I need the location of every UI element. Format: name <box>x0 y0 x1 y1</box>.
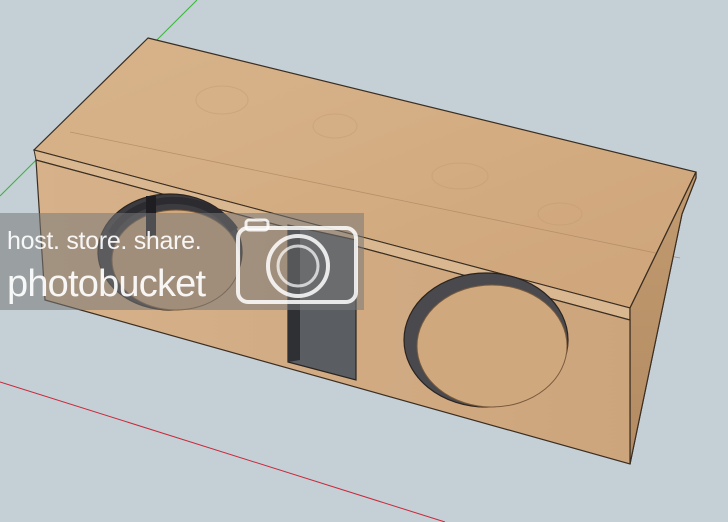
red-axis <box>0 381 446 522</box>
speaker-hole-right[interactable] <box>403 272 569 408</box>
watermark-tagline: host. store. share. <box>7 227 202 255</box>
watermark-brand: photobucket <box>7 263 206 305</box>
photobucket-watermark: host. store. share. photobucket <box>0 213 364 310</box>
camera-icon <box>236 218 358 304</box>
